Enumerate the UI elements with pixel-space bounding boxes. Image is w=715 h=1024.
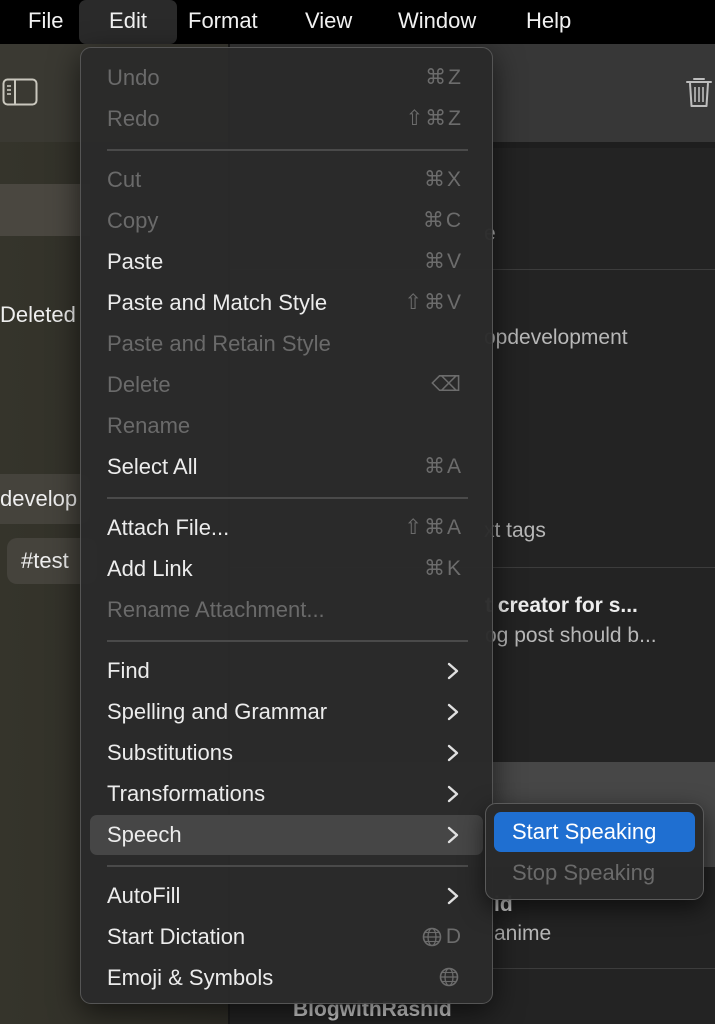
menu-item-attach-file[interactable]: Attach File... ⇧⌘A — [90, 508, 483, 548]
menu-item-shortcut: ⌘A — [423, 454, 463, 478]
submenu-item-label: Start Speaking — [512, 819, 657, 844]
menu-item-speech[interactable]: Speech — [90, 814, 483, 855]
globe-icon — [439, 958, 459, 998]
menu-item-label: Rename Attachment... — [107, 596, 325, 622]
menu-item-label: Emoji & Symbols — [107, 965, 274, 990]
sidebar-item-deleted[interactable]: Deleted — [0, 302, 76, 328]
menu-item-label: Start Dictation — [107, 924, 246, 950]
menu-item-select-all[interactable]: Select All ⌘A — [90, 447, 483, 487]
menu-item-start-dictation[interactable]: Start Dictation D — [90, 917, 483, 957]
menu-item-shortcut: ⇧⌘A — [404, 516, 463, 539]
menu-item-shortcut: D — [422, 917, 463, 957]
menu-item-label: Paste — [107, 249, 164, 275]
menu-item-shortcut: ⌘X — [423, 168, 463, 192]
submenu-item-stop-speaking[interactable]: Stop Speaking — [494, 853, 695, 893]
sidebar-tag-test-label: #test — [21, 548, 69, 573]
menu-item-redo[interactable]: Redo ⇧⌘Z — [90, 99, 483, 139]
chevron-right-icon — [447, 703, 459, 721]
menu-separator — [107, 148, 468, 151]
menu-separator — [107, 496, 468, 499]
menu-separator — [107, 864, 468, 867]
menu-item-substitutions[interactable]: Substitutions — [90, 733, 483, 773]
menu-item-autofill[interactable]: AutoFill — [90, 876, 483, 916]
menu-item-spelling-and-grammar[interactable]: Spelling and Grammar — [90, 692, 483, 732]
chevron-right-icon — [447, 744, 459, 762]
menu-item-label: AutoFill — [107, 883, 181, 909]
speech-submenu: Start Speaking Stop Speaking — [485, 803, 704, 900]
menu-item-shortcut: ⌘C — [422, 209, 463, 233]
menu-item-paste-and-retain-style[interactable]: Paste and Retain Style — [90, 324, 483, 364]
menu-item-label: Cut — [107, 167, 142, 193]
menu-item-shortcut: ⌘Z — [425, 66, 463, 89]
sidebar-selected-item[interactable] — [0, 184, 90, 236]
menubar-file[interactable]: File — [28, 0, 63, 44]
menu-item-rename[interactable]: Rename — [90, 406, 483, 446]
menu-item-rename-attachment[interactable]: Rename Attachment... — [90, 590, 483, 630]
menu-item-label: Find — [107, 658, 150, 684]
menubar-format[interactable]: Format — [188, 0, 258, 44]
menu-item-label: Attach File... — [107, 515, 230, 540]
menu-item-paste[interactable]: Paste ⌘V — [90, 242, 483, 282]
menu-item-shortcut: ⇧⌘V — [404, 291, 463, 314]
note-preview: anime — [494, 922, 552, 945]
submenu-item-label: Stop Speaking — [512, 860, 656, 885]
menu-item-paste-and-match-style[interactable]: Paste and Match Style ⇧⌘V — [90, 283, 483, 323]
menu-item-label: Delete — [107, 371, 171, 397]
menu-item-label: Transformations — [107, 780, 266, 806]
menubar-window[interactable]: Window — [398, 0, 476, 44]
menu-bar: File Edit Format View Window Help — [0, 0, 715, 44]
menubar-help[interactable]: Help — [526, 0, 571, 44]
globe-icon — [422, 918, 442, 958]
chevron-right-icon — [447, 662, 459, 680]
edit-menu: Undo ⌘Z Redo ⇧⌘Z Cut ⌘X Copy ⌘C Paste ⌘V Paste and… — [80, 47, 493, 1004]
menu-item-label: Spelling and Grammar — [107, 699, 328, 725]
menubar-view[interactable]: View — [305, 0, 352, 44]
menu-item-label: Copy — [107, 208, 159, 234]
menu-item-delete[interactable]: Delete ⌫ — [90, 365, 483, 405]
shortcut-key: D — [445, 925, 463, 949]
menubar-edit[interactable]: Edit — [79, 0, 177, 44]
menu-item-label: Rename — [107, 412, 191, 438]
note-title: t creator for s... — [485, 594, 638, 617]
menu-item-label: Substitutions — [107, 740, 233, 765]
menu-item-label: Paste and Match Style — [107, 290, 328, 315]
delete-key-icon: ⌫ — [431, 372, 463, 396]
menu-item-shortcut: ⇧⌘Z — [405, 106, 463, 130]
menu-item-label: Add Link — [107, 555, 193, 581]
menu-separator — [107, 639, 468, 642]
menu-item-label: Select All — [107, 453, 198, 479]
note-preview: og post should b... — [485, 624, 657, 647]
menu-item-label: Speech — [107, 821, 182, 847]
sidebar-tag-develop-label: develop — [0, 486, 78, 511]
menu-item-cut[interactable]: Cut ⌘X — [90, 160, 483, 200]
sidebar-toggle-icon[interactable] — [2, 78, 38, 106]
menu-item-copy[interactable]: Copy ⌘C — [90, 201, 483, 241]
menu-item-label: Undo — [107, 65, 160, 90]
chevron-right-icon — [447, 785, 459, 803]
menu-item-find[interactable]: Find — [90, 651, 483, 691]
chevron-right-icon — [447, 826, 459, 843]
chevron-right-icon — [447, 887, 459, 905]
menu-item-emoji-symbols[interactable]: Emoji & Symbols — [90, 958, 483, 998]
sidebar-tag-develop[interactable]: develop — [0, 474, 90, 524]
menu-item-shortcut: ⌘K — [423, 556, 463, 580]
menu-item-shortcut: ⌘V — [423, 250, 463, 274]
note-preview: xt tags — [484, 519, 546, 542]
menu-item-label: Paste and Retain Style — [107, 330, 331, 356]
note-divider — [493, 968, 715, 969]
menu-item-transformations[interactable]: Transformations — [90, 774, 483, 814]
menu-item-shortcut — [439, 958, 463, 998]
submenu-item-start-speaking[interactable]: Start Speaking — [494, 812, 695, 852]
menu-item-label: Redo — [107, 105, 160, 131]
note-preview: opdevelopment — [484, 326, 628, 349]
trash-icon[interactable] — [684, 75, 714, 109]
menu-item-undo[interactable]: Undo ⌘Z — [90, 58, 483, 98]
menu-item-add-link[interactable]: Add Link ⌘K — [90, 549, 483, 589]
